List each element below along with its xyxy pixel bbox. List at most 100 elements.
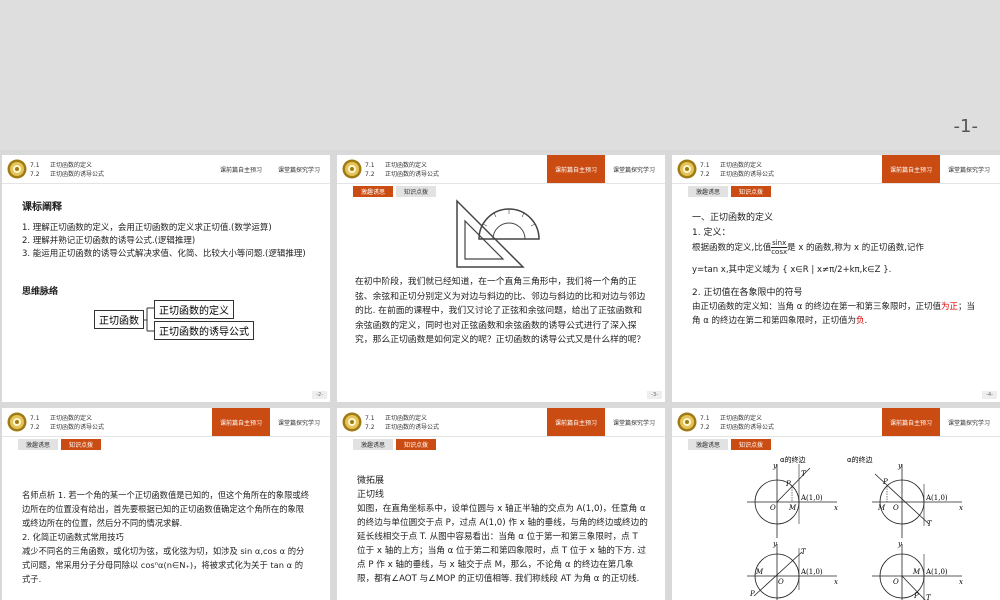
slide-scenario: 7.1 正切函数的定义 7.2 正切函数的诱导公式 课前篇自主预习 课堂篇探究学习 … [337, 155, 665, 402]
tab-explore[interactable]: 课堂篇探究学习 [605, 408, 663, 436]
tab-preview[interactable]: 课前篇自主预习 [882, 408, 940, 436]
svg-text:A(1,0): A(1,0) [925, 494, 948, 502]
tab-preview[interactable]: 课前篇自主预习 [212, 408, 270, 436]
slide-course-standards: 7.1 正切函数的定义 7.2 正切函数的诱导公式 课前篇自主预习 课堂篇探究学习 … [2, 155, 330, 402]
extension-subtitle: 正切线 [357, 490, 385, 500]
subtab-scenario[interactable]: 激趣诱思 [688, 439, 729, 450]
diagram-quadrant-4: y x O P M T A(1,0) [872, 540, 963, 600]
subtab-scenario[interactable]: 激趣诱思 [353, 186, 394, 197]
slide-header: 7.1 正切函数的定义 7.2 正切函数的诱导公式 课前篇自主预习 课堂篇探究学习 [672, 408, 1000, 437]
standards-list: 1. 理解正切函数的定义，会用正切函数的定义求正切值.(数学运算) 2. 理解并… [22, 222, 312, 261]
svg-text:O: O [778, 578, 784, 586]
svg-text:P: P [882, 478, 888, 486]
slide-tangent-line: 7.1 正切函数的定义 7.2 正切函数的诱导公式 课前篇自主预习 课堂篇探究学习 … [337, 408, 665, 600]
diagram-quadrant-3: y x O P M T A(1,0) [747, 540, 838, 600]
standard-item: 2. 理解并熟记正切函数的诱导公式.(逻辑推理) [22, 236, 196, 246]
lesson-titles: 7.1 正切函数的定义 7.2 正切函数的诱导公式 [365, 162, 440, 178]
answer-negative: 负 [856, 316, 865, 326]
mind-map-branch-formula: 正切函数的诱导公式 [154, 321, 254, 340]
subtabs: 激趣诱思 知识点拨 [688, 186, 772, 197]
subtab-scenario[interactable]: 激趣诱思 [18, 439, 59, 450]
school-emblem-icon [342, 412, 362, 432]
svg-text:T: T [801, 470, 807, 478]
tab-explore[interactable]: 课堂篇探究学习 [940, 408, 998, 436]
slide1-heading: 课标阐释 [22, 202, 62, 213]
svg-text:T: T [927, 520, 933, 528]
subtabs: 激趣诱思 知识点拨 [353, 186, 437, 197]
lesson-titles: 7.1 正切函数的定义 7.2 正切函数的诱导公式 [30, 415, 105, 431]
svg-text:P: P [749, 590, 755, 598]
slide-header: 7.1 正切函数的定义 7.2 正切函数的诱导公式 课前篇自主预习 课堂篇探究学习 [337, 408, 665, 437]
slide-page-number: -4- [982, 391, 997, 399]
tab-explore[interactable]: 课堂篇探究学习 [605, 155, 663, 183]
mind-map-root: 正切函数 [94, 310, 144, 329]
subtabs: 激趣诱思 知识点拨 [688, 439, 772, 450]
lesson-titles: 7.1 正切函数的定义 7.2 正切函数的诱导公式 [30, 162, 105, 178]
subtab-knowledge[interactable]: 知识点拨 [396, 186, 437, 197]
svg-text:O: O [893, 504, 899, 512]
subtab-knowledge[interactable]: 知识点拨 [61, 439, 102, 450]
svg-text:α的终边: α的终边 [780, 455, 806, 464]
school-emblem-icon [677, 412, 697, 432]
domain-set: { x∈R | x≠π/2+kπ,k∈Z }. [782, 265, 892, 275]
lesson-titles: 7.1 正切函数的定义 7.2 正切函数的诱导公式 [700, 162, 775, 178]
tab-preview[interactable]: 课前篇自主预习 [882, 155, 940, 183]
subtab-knowledge[interactable]: 知识点拨 [731, 439, 772, 450]
tab-preview[interactable]: 课前篇自主预习 [212, 155, 270, 183]
slide-page-number: -2- [312, 391, 327, 399]
slide-tangent-definition: 7.1 正切函数的定义 7.2 正切函数的诱导公式 课前篇自主预习 课堂篇探究学习 … [672, 155, 1000, 402]
school-emblem-icon [7, 412, 27, 432]
svg-text:A(1,0): A(1,0) [925, 568, 948, 576]
subtabs: 激趣诱思 知识点拨 [18, 439, 102, 450]
tab-preview[interactable]: 课前篇自主预习 [547, 408, 605, 436]
school-emblem-icon [342, 159, 362, 179]
top-blank-area: -1- [0, 0, 1000, 150]
slide-header: 7.1 正切函数的定义 7.2 正切函数的诱导公式 课前篇自主预习 课堂篇探究学习 [337, 155, 665, 184]
svg-text:M: M [755, 568, 764, 576]
svg-text:O: O [770, 504, 776, 512]
tab-explore[interactable]: 课堂篇探究学习 [270, 155, 328, 183]
svg-text:O: O [893, 578, 899, 586]
extension-title: 微拓展 [357, 476, 385, 486]
svg-text:A(1,0): A(1,0) [800, 494, 823, 502]
tab-explore[interactable]: 课堂篇探究学习 [940, 155, 998, 183]
slide-unit-circle-diagrams: 7.1 正切函数的定义 7.2 正切函数的诱导公式 课前篇自主预习 课堂篇探究学习 … [672, 408, 1000, 600]
subtab-scenario[interactable]: 激趣诱思 [353, 439, 394, 450]
standard-item: 1. 理解正切函数的定义，会用正切函数的定义求正切值.(数学运算) [22, 223, 272, 233]
svg-text:x: x [834, 578, 838, 586]
subtab-knowledge[interactable]: 知识点拨 [396, 439, 437, 450]
school-emblem-icon [7, 159, 27, 179]
section-title: 一、正切函数的定义 [692, 213, 774, 223]
tips-text: 名师点析 1. 若一个角的某一个正切函数值是已知的，但这个角所在的象限或终边所在… [22, 490, 309, 584]
subtab-knowledge[interactable]: 知识点拨 [731, 186, 772, 197]
svg-text:M: M [912, 568, 921, 576]
svg-text:P: P [785, 480, 791, 488]
svg-text:x: x [959, 504, 963, 512]
definition-line: 根据函数的定义,比值 sinx cosx 是 x 的函数,称为 x 的正切函数,记作 [692, 239, 924, 256]
set-square-protractor-illustration [456, 199, 540, 268]
tab-explore[interactable]: 课堂篇探究学习 [270, 408, 328, 436]
svg-text:T: T [801, 548, 807, 556]
svg-text:M: M [788, 504, 797, 512]
slide-header: 7.1 正切函数的定义 7.2 正切函数的诱导公式 课前篇自主预习 课堂篇探究学习 [2, 408, 330, 437]
domain-line: y=tan x,其中定义域为 { x∈R | x≠π/2+kπ,k∈Z }. [692, 265, 892, 275]
slide-expert-tips: 7.1 正切函数的定义 7.2 正切函数的诱导公式 课前篇自主预习 课堂篇探究学习 … [2, 408, 330, 600]
diagram-quadrant-1: α的终边 y x O P M T A(1,0) [747, 455, 838, 538]
subtab-scenario[interactable]: 激趣诱思 [688, 186, 729, 197]
mind-map-branch-definition: 正切函数的定义 [154, 300, 234, 319]
svg-text:x: x [959, 578, 963, 586]
svg-text:A(1,0): A(1,0) [800, 568, 823, 576]
school-emblem-icon [677, 159, 697, 179]
tangent-line-text: 如图，在直角坐标系中，设单位圆与 x 轴正半轴的交点为 A(1,0)，任意角 α… [357, 504, 648, 584]
svg-text:α的终边: α的终边 [847, 455, 873, 464]
sin-cos-fraction: sinx cosx [771, 239, 788, 256]
svg-text:P: P [913, 592, 919, 600]
diagram-quadrant-2: α的终边 y x O P M T A(1,0) [847, 455, 963, 538]
svg-text:M: M [877, 504, 886, 512]
lesson-titles: 7.1 正切函数的定义 7.2 正切函数的诱导公式 [700, 415, 775, 431]
definition-label: 1. 定义： [692, 228, 731, 238]
page-number: -1- [953, 116, 978, 137]
answer-positive: 为正 [941, 302, 959, 312]
sign-title: 2. 正切值在各象限中的符号 [692, 288, 803, 298]
tab-preview[interactable]: 课前篇自主预习 [547, 155, 605, 183]
